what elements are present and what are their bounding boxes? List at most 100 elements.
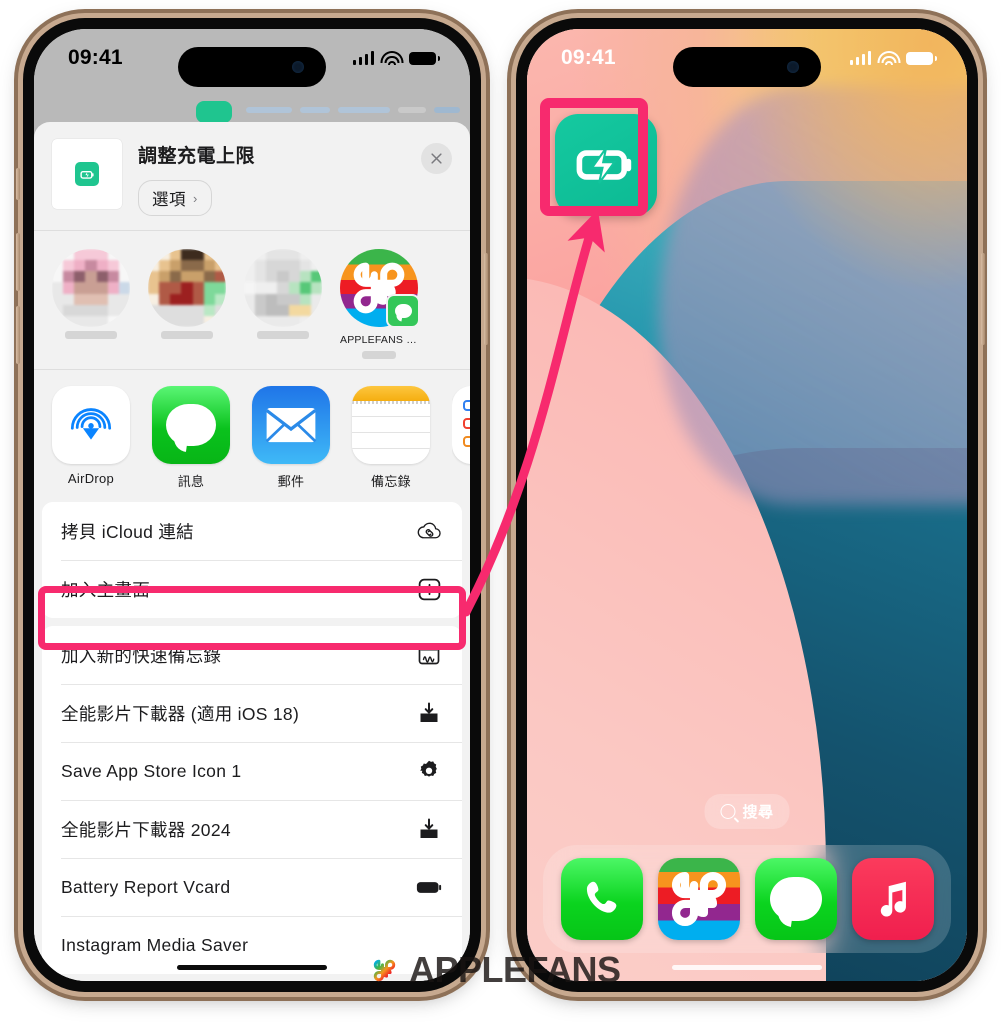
- action-save-app-store-icon-1[interactable]: Save App Store Icon 1: [42, 742, 462, 800]
- avatar-pixel: [244, 315, 256, 327]
- highlight-box-widget: [540, 98, 648, 216]
- dock-app-messages[interactable]: [754, 858, 837, 940]
- blurred-avatar: [244, 249, 322, 327]
- download-icon: [415, 815, 443, 843]
- avatar-pixel: [192, 315, 204, 327]
- command-rainbow-icon: [373, 959, 396, 981]
- phone-icon: [586, 881, 616, 913]
- dock-app-applefans[interactable]: [657, 858, 740, 940]
- avatar-pixel: [310, 315, 322, 327]
- app-label: 郵件: [277, 474, 305, 489]
- avatar-pixel: [288, 293, 300, 305]
- avatar-pixel: [52, 293, 64, 305]
- avatar-pixel: [277, 293, 289, 305]
- avatar-pixel: [74, 260, 86, 272]
- contact-item[interactable]: [52, 249, 130, 359]
- avatar-pixel: [299, 304, 311, 316]
- status-time: 09:41: [68, 46, 123, 69]
- avatar-pixel: [255, 315, 267, 327]
- avatar-pixel: [159, 304, 171, 316]
- avatar-pixel: [85, 260, 97, 272]
- background-text-line: [398, 107, 426, 113]
- action-video-downloader-ios18[interactable]: 全能影片下載器 (適用 iOS 18): [42, 684, 462, 742]
- avatar-pixel: [170, 315, 182, 327]
- avatar-pixel: [214, 271, 226, 283]
- messages-icon: [152, 386, 230, 464]
- avatar-pixel: [203, 304, 215, 316]
- messages-icon: [769, 877, 822, 927]
- avatar-pixel: [255, 304, 267, 316]
- avatar-pixel: [107, 315, 119, 327]
- share-app-reminders[interactable]: [452, 386, 470, 490]
- action-group-2: 加入新的快速備忘錄 全能影片下載器 (適用 iOS 18) Save App S…: [42, 626, 462, 974]
- avatar-pixel: [192, 293, 204, 305]
- mute-switch[interactable]: [16, 168, 20, 200]
- avatar-pixel: [85, 304, 97, 316]
- avatar-pixel: [107, 249, 119, 261]
- power-button[interactable]: [484, 253, 488, 345]
- action-label: 全能影片下載器 (適用 iOS 18): [61, 703, 300, 724]
- avatar-pixel: [159, 271, 171, 283]
- dock-app-phone[interactable]: [560, 858, 643, 940]
- action-video-downloader-2024[interactable]: 全能影片下載器 2024: [42, 800, 462, 858]
- avatar-pixel: [74, 304, 86, 316]
- avatar-pixel: [118, 271, 130, 283]
- contact-item-applefans[interactable]: APPLEFANS 蘋…: [340, 249, 420, 359]
- options-button[interactable]: 選項 ›: [138, 180, 212, 216]
- avatar-pixel: [192, 304, 204, 316]
- power-button[interactable]: [981, 253, 985, 345]
- volume-up-button[interactable]: [16, 233, 20, 291]
- app-label: AirDrop: [67, 471, 115, 486]
- contact-item[interactable]: [244, 249, 322, 359]
- avatar-pixel: [52, 271, 64, 283]
- share-sheet-header: 調整充電上限 選項 ›: [34, 122, 470, 230]
- home-indicator-right[interactable]: [672, 965, 822, 970]
- share-app-mail[interactable]: 郵件: [252, 386, 330, 490]
- avatar-pixel: [310, 271, 322, 283]
- avatar-pixel: [52, 282, 64, 294]
- avatar-pixel: [63, 260, 75, 272]
- battery-icon: [409, 51, 440, 65]
- dock: [543, 845, 951, 953]
- avatar-pixel: [288, 260, 300, 272]
- action-copy-icloud-link[interactable]: 拷貝 iCloud 連結: [42, 502, 462, 560]
- share-app-messages[interactable]: 訊息: [152, 386, 230, 490]
- avatar-pixel: [63, 304, 75, 316]
- avatar-pixel: [277, 271, 289, 283]
- front-camera-icon: [292, 61, 304, 73]
- avatar-pixel: [277, 282, 289, 294]
- avatar-pixel: [148, 315, 160, 327]
- share-title: 調整充電上限: [138, 146, 256, 167]
- volume-down-button[interactable]: [16, 306, 20, 364]
- avatar-pixel: [192, 260, 204, 272]
- avatar-pixel: [181, 282, 193, 294]
- action-label: 拷貝 iCloud 連結: [61, 521, 194, 542]
- action-battery-report-vcard[interactable]: Battery Report Vcard: [42, 858, 462, 916]
- close-button[interactable]: [421, 143, 452, 174]
- status-indicators: [352, 51, 440, 65]
- options-label: 選項: [152, 191, 186, 209]
- dock-app-music[interactable]: [851, 858, 934, 940]
- home-indicator-left[interactable]: [177, 965, 327, 970]
- search-icon: [720, 804, 736, 819]
- preview-text: 調整充電上限 選項 ›: [138, 139, 405, 216]
- dynamic-island-right: [673, 47, 821, 87]
- avatar-pixel: [214, 249, 226, 261]
- avatar-pixel: [255, 293, 267, 305]
- share-app-notes[interactable]: 備忘錄: [352, 386, 430, 490]
- share-app-airdrop[interactable]: AirDrop: [52, 386, 130, 490]
- search-pill[interactable]: 搜尋: [704, 794, 790, 829]
- avatar-pixel: [255, 249, 267, 261]
- app-label: 訊息: [177, 474, 205, 489]
- avatar-pixel: [118, 260, 130, 272]
- avatar: [340, 249, 420, 328]
- avatar-pixel: [118, 282, 130, 294]
- blurred-avatar: [52, 249, 130, 327]
- avatar-pixel: [203, 249, 215, 261]
- avatar-pixel: [63, 282, 75, 294]
- contact-item[interactable]: [148, 249, 226, 359]
- avatar-pixel: [52, 315, 64, 327]
- app-label: 備忘錄: [371, 474, 411, 489]
- avatar-pixel: [214, 304, 226, 316]
- avatar-pixel: [85, 315, 97, 327]
